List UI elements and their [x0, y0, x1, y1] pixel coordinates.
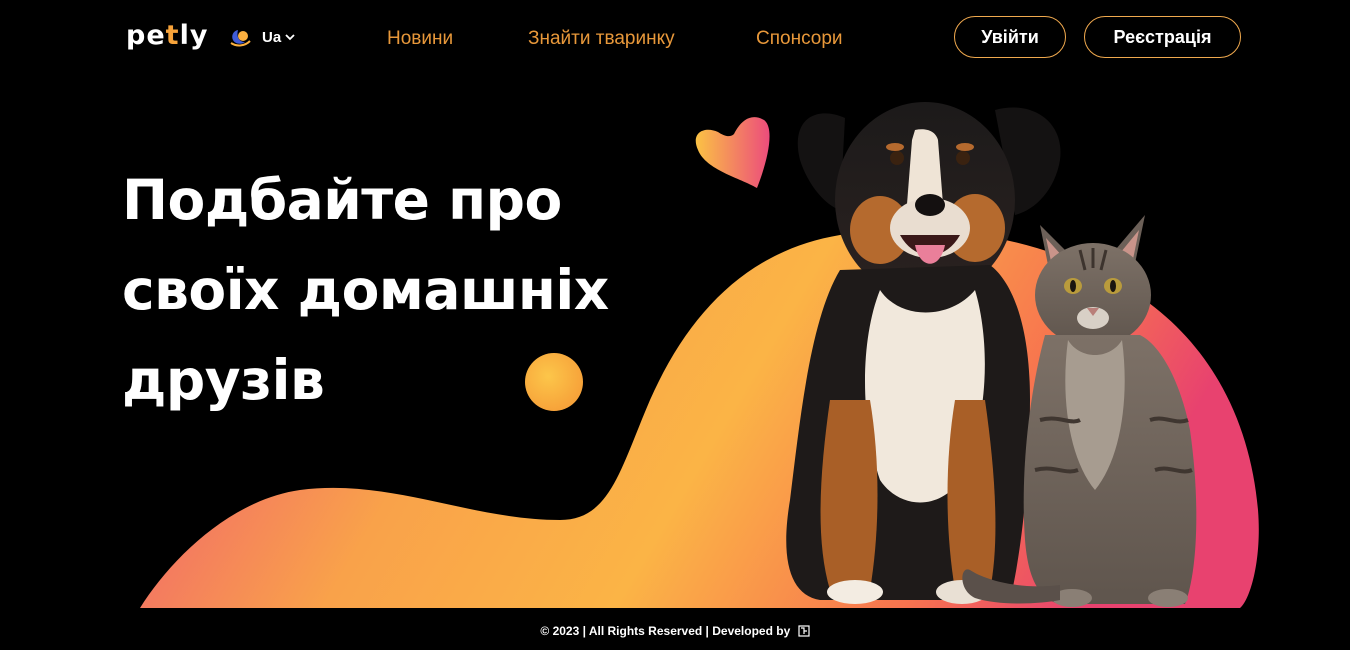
logo-text-suffix: ly [179, 20, 209, 51]
hero-title-line-3: друзів [122, 348, 325, 412]
language-select[interactable]: Ua [262, 29, 295, 46]
language-value: Ua [262, 29, 282, 46]
moon-sun-icon [230, 30, 251, 47]
nav-item-find-pet[interactable]: Знайти тваринку [528, 29, 675, 48]
nav-item-news[interactable]: Новини [387, 29, 453, 48]
page: petly Ua Новини Знайти тваринку Спонсори… [0, 0, 1350, 650]
register-button[interactable]: Реєстрація [1084, 16, 1241, 58]
logo-text-accent: t [165, 20, 180, 51]
nav-item-sponsors[interactable]: Спонсори [756, 29, 843, 48]
login-button[interactable]: Увійти [954, 16, 1066, 58]
logo[interactable]: petly [126, 22, 208, 49]
hero-title-line-2: своїх домашніх [122, 258, 609, 322]
footer-copyright: © 2023 | All Rights Reserved | Developed… [540, 624, 791, 638]
chevron-down-icon [285, 34, 295, 41]
hero-title: Подбайте про своїх домашніх друзів [122, 155, 642, 425]
hero-title-line-1: Подбайте про [122, 168, 562, 232]
heart-icon [695, 117, 770, 188]
footer: © 2023 | All Rights Reserved | Developed… [0, 624, 1350, 638]
dog-illustration [786, 102, 1061, 604]
logo-text-prefix: pe [126, 20, 166, 51]
theme-toggle-button[interactable] [229, 27, 251, 47]
developer-logo-icon[interactable] [798, 625, 810, 637]
